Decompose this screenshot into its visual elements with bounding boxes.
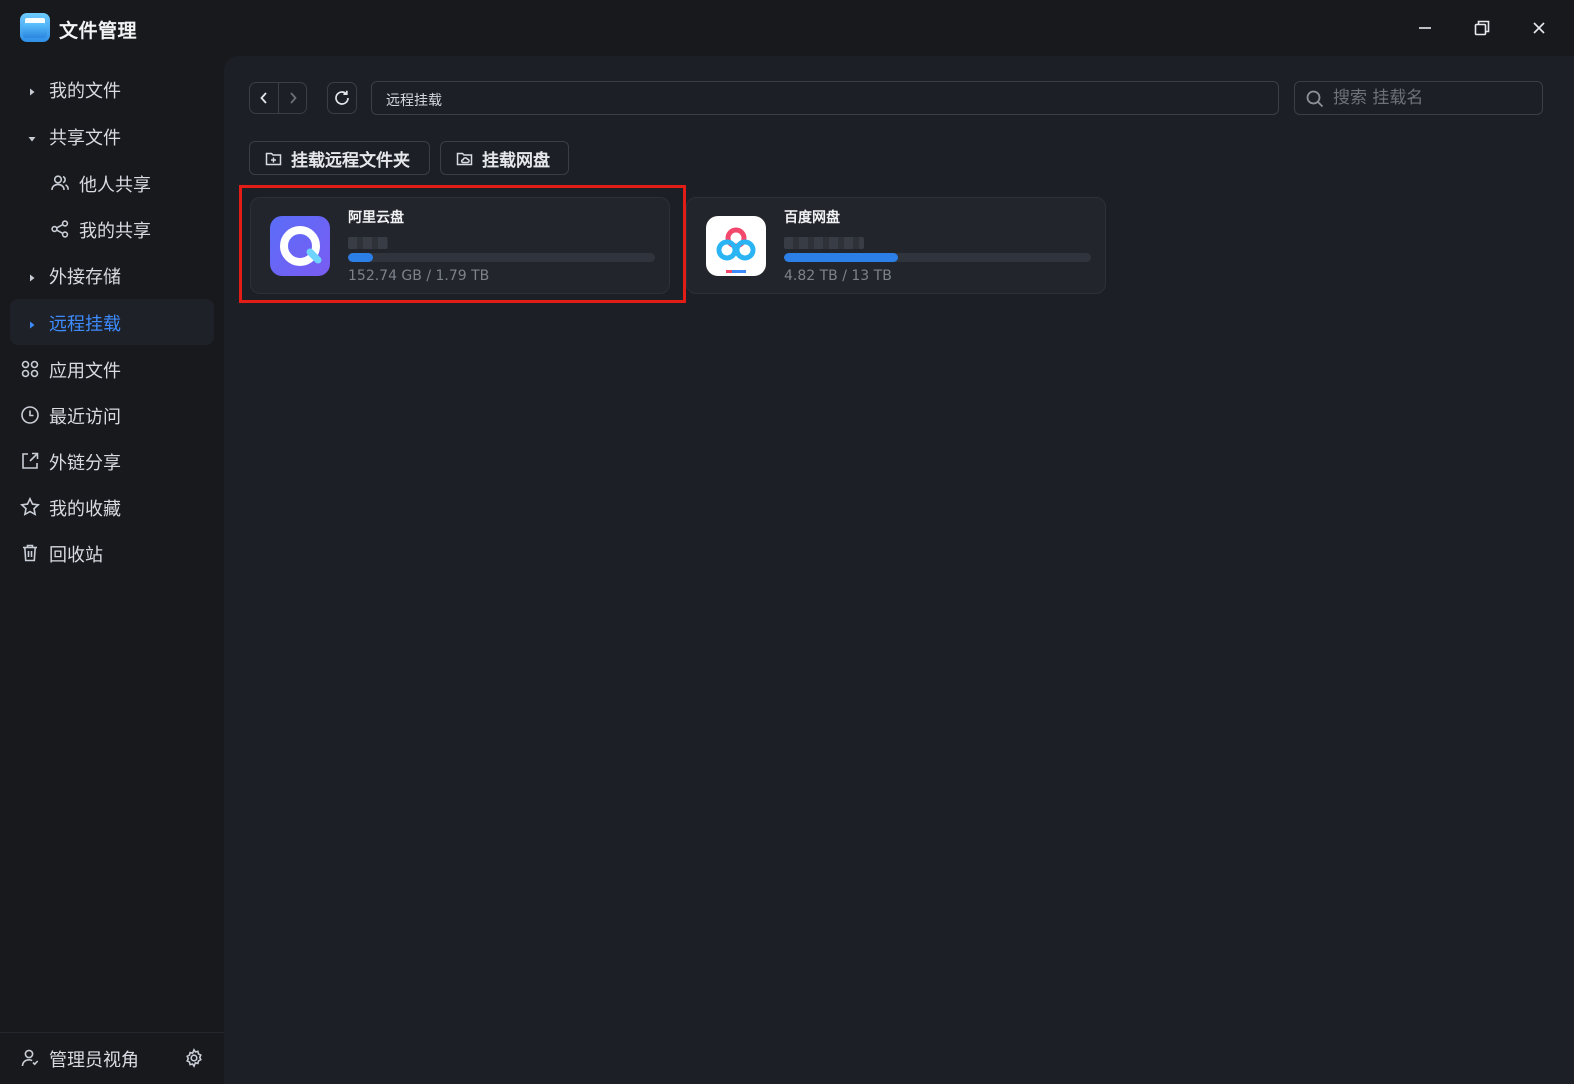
- sidebar-item-label: 外接存储: [49, 267, 121, 288]
- app-title: 文件管理: [59, 20, 138, 42]
- folder-add-icon: [265, 152, 282, 165]
- storage-usage: 4.82 TB / 13 TB: [784, 268, 892, 284]
- external-share-icon: [20, 451, 40, 471]
- star-icon: [19, 496, 41, 517]
- gear-icon[interactable]: [184, 1048, 204, 1068]
- file-manager-window: 文件管理 我的文件 共享文件 他人共享 我的共享 外接存储 远程挂载 应用文件 …: [0, 0, 1574, 1084]
- sidebar-item-label: 我的收藏: [49, 499, 121, 520]
- main-panel: 远程挂载 挂载远程文件夹 挂载网盘: [224, 56, 1574, 1084]
- sidebar-item-label: 他人共享: [79, 175, 151, 196]
- sidebar-item-recent[interactable]: 最近访问: [10, 392, 214, 438]
- sidebar-item-external-storage[interactable]: 外接存储: [10, 252, 214, 298]
- minimize-icon: [1419, 27, 1431, 29]
- share-icon: [50, 219, 70, 239]
- forward-button[interactable]: [278, 83, 306, 113]
- clock-icon: [20, 405, 40, 425]
- history-nav: [249, 82, 307, 114]
- refresh-icon: [335, 90, 349, 105]
- trash-icon: [20, 543, 40, 563]
- sidebar-item-label: 我的共享: [79, 221, 151, 242]
- restore-icon: [1474, 20, 1490, 36]
- sidebar-item-label: 外链分享: [49, 453, 121, 474]
- sidebar-item-external-links[interactable]: 外链分享: [10, 438, 214, 484]
- mount-card-baidu[interactable]: 百度网盘 4.82 TB / 13 TB: [686, 197, 1106, 294]
- sidebar-item-favorites[interactable]: 我的收藏: [10, 484, 214, 530]
- breadcrumb: 远程挂载: [386, 93, 442, 109]
- maximize-button[interactable]: [1468, 14, 1496, 42]
- account-redacted: [784, 237, 864, 249]
- folder-app-icon: [20, 13, 50, 42]
- path-bar[interactable]: 远程挂载: [371, 81, 1279, 115]
- sidebar-item-label: 回收站: [49, 545, 103, 566]
- sidebar-item-label: 远程挂载: [49, 314, 121, 335]
- caret-down-icon: [26, 130, 38, 142]
- sidebar-item-app-files[interactable]: 应用文件: [10, 346, 214, 392]
- close-icon: [1533, 22, 1545, 34]
- mount-remote-folder-label: 挂载远程文件夹: [291, 150, 410, 171]
- apps-icon: [20, 359, 40, 379]
- search-icon: [1305, 89, 1325, 109]
- highlight-annotation: [239, 185, 686, 303]
- admin-view-label[interactable]: 管理员视角: [49, 1046, 139, 1072]
- chevron-right-icon: [289, 92, 297, 104]
- caret-right-icon: [26, 316, 38, 329]
- sidebar-item-label: 我的文件: [49, 81, 121, 102]
- sidebar-item-shared-files[interactable]: 共享文件: [10, 113, 214, 159]
- title-bar: 文件管理: [0, 0, 1574, 56]
- folder-cloud-icon: [456, 152, 473, 165]
- sidebar-footer: 管理员视角: [0, 1032, 224, 1084]
- storage-progress-bar: [784, 253, 1091, 262]
- sidebar-item-label: 最近访问: [49, 407, 121, 428]
- users-icon: [50, 173, 70, 193]
- caret-right-icon: [26, 269, 38, 282]
- caret-right-icon: [26, 83, 38, 96]
- minimize-button[interactable]: [1411, 14, 1439, 42]
- mount-name: 百度网盘: [784, 210, 840, 226]
- search-box: [1294, 81, 1543, 115]
- sidebar-item-my-shares[interactable]: 我的共享: [10, 206, 214, 252]
- back-button[interactable]: [250, 83, 278, 113]
- storage-progress-fill: [784, 253, 898, 262]
- chevron-left-icon: [260, 92, 267, 104]
- baidu-netdisk-logo: [706, 216, 766, 276]
- sidebar-item-label: 共享文件: [49, 128, 121, 149]
- sidebar-item-label: 应用文件: [49, 361, 121, 382]
- sidebar-item-recycle-bin[interactable]: 回收站: [10, 530, 214, 576]
- sidebar-item-shared-with-me[interactable]: 他人共享: [10, 160, 214, 206]
- mount-remote-folder-button[interactable]: 挂载远程文件夹: [249, 141, 430, 175]
- close-button[interactable]: [1525, 14, 1553, 42]
- admin-user-icon: [20, 1048, 40, 1068]
- mount-cloud-disk-label: 挂载网盘: [482, 150, 550, 171]
- refresh-button[interactable]: [327, 82, 357, 114]
- mount-cloud-disk-button[interactable]: 挂载网盘: [440, 141, 569, 175]
- sidebar-item-my-files[interactable]: 我的文件: [10, 66, 214, 112]
- sidebar-item-remote-mount[interactable]: 远程挂载: [10, 299, 214, 345]
- sidebar: 我的文件 共享文件 他人共享 我的共享 外接存储 远程挂载 应用文件 最近访问 …: [0, 56, 224, 1084]
- search-input[interactable]: [1333, 86, 1533, 110]
